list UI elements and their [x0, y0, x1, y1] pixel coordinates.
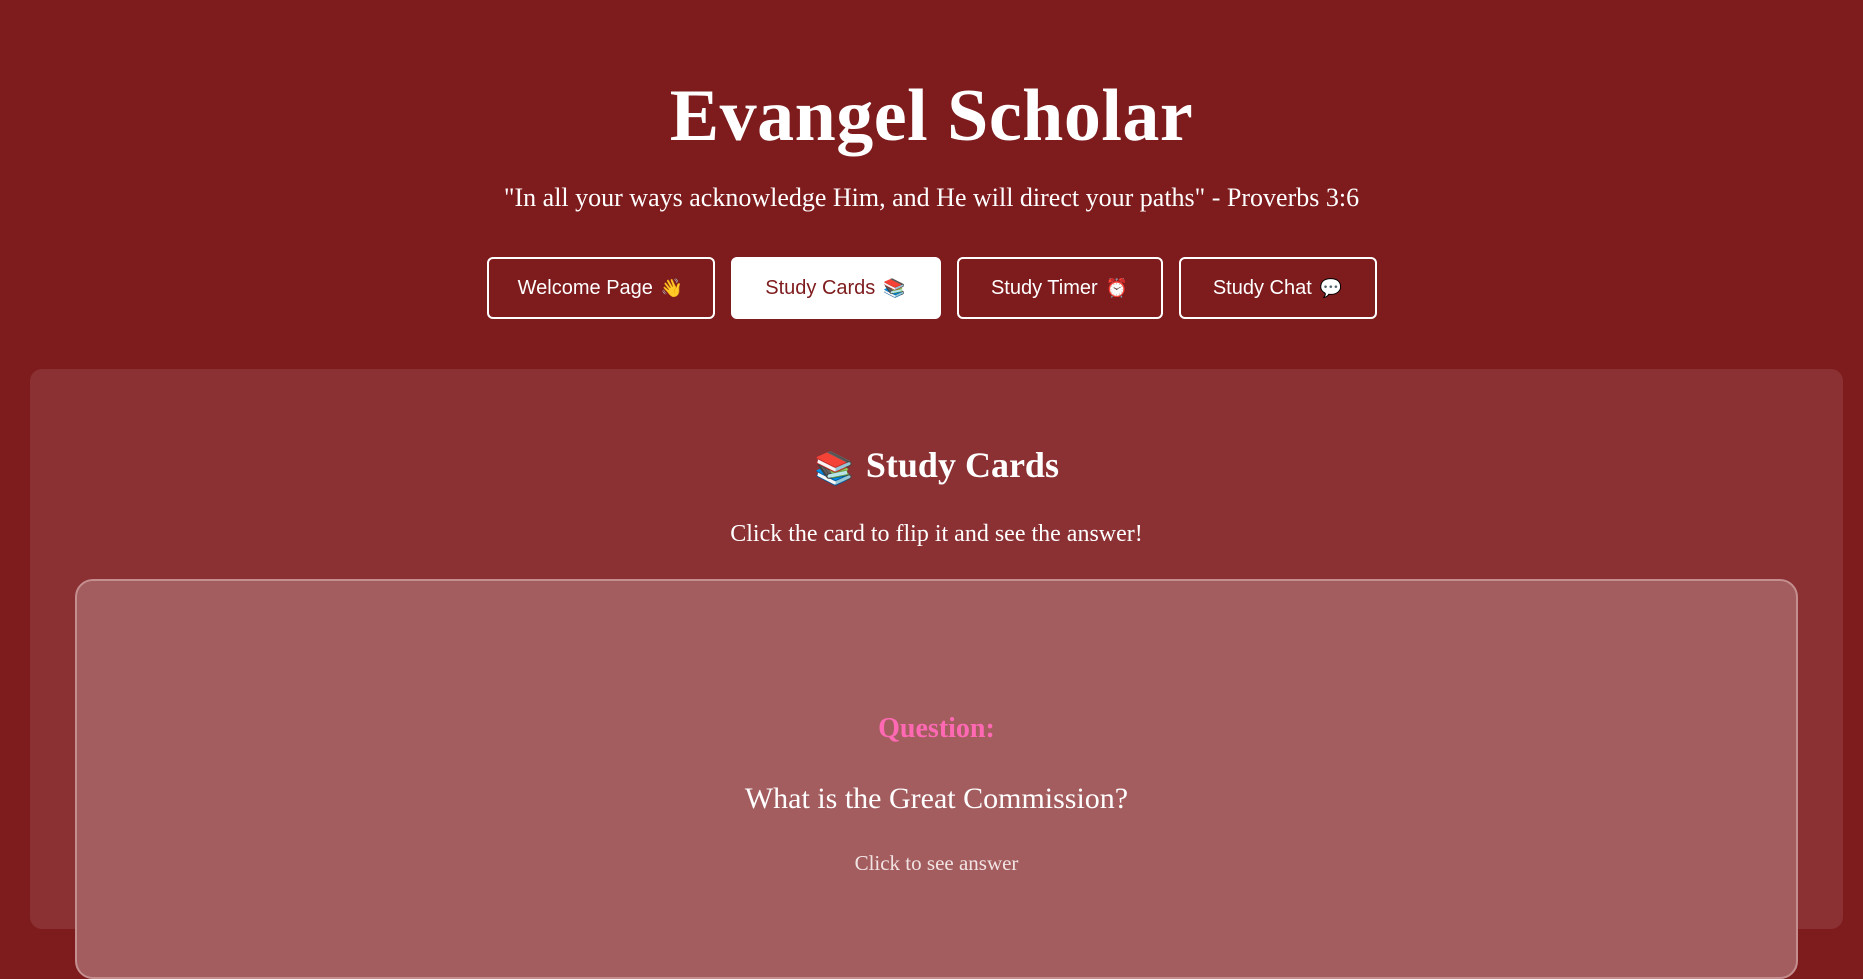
waving-hand-icon: 👋 — [660, 277, 684, 298]
main-nav: Welcome Page 👋 Study Cards 📚 Study Timer… — [0, 257, 1863, 319]
header-verse: "In all your ways acknowledge Him, and H… — [503, 183, 1360, 212]
nav-button-study-chat[interactable]: Study Chat 💬 — [1178, 257, 1377, 319]
card-flip-hint: Click to see answer — [854, 851, 1019, 875]
nav-button-label: Study Cards — [765, 276, 876, 299]
nav-button-label: Study Chat — [1212, 276, 1312, 299]
section-title-text: Study Cards — [865, 445, 1059, 485]
study-cards-panel: 📚 Study Cards Click the card to flip it a… — [30, 369, 1843, 979]
card-side-label: Question: — [878, 713, 995, 744]
nav-button-label: Welcome Page — [517, 276, 653, 299]
books-icon: 📚 — [814, 450, 854, 486]
nav-button-study-cards[interactable]: Study Cards 📚 — [730, 257, 941, 319]
site-header: Evangel Scholar "In all your ways acknow… — [0, 0, 1863, 319]
card-question: What is the Great Commission? — [744, 782, 1129, 815]
books-icon: 📚 — [883, 277, 906, 298]
study-cards-instructions: Click the card to flip it and see the an… — [730, 521, 1143, 547]
site-title: Evangel Scholar — [669, 75, 1194, 157]
nav-button-study-timer[interactable]: Study Timer ⏰ — [956, 257, 1163, 319]
flashcard[interactable]: Question: What is the Great Commission? … — [75, 579, 1798, 979]
section-title: 📚 Study Cards — [30, 443, 1843, 490]
nav-button-label: Study Timer — [990, 276, 1098, 299]
alarm-clock-icon: ⏰ — [1105, 277, 1129, 298]
nav-button-welcome-page[interactable]: Welcome Page 👋 — [486, 257, 715, 319]
speech-bubble-icon: 💬 — [1319, 277, 1343, 298]
